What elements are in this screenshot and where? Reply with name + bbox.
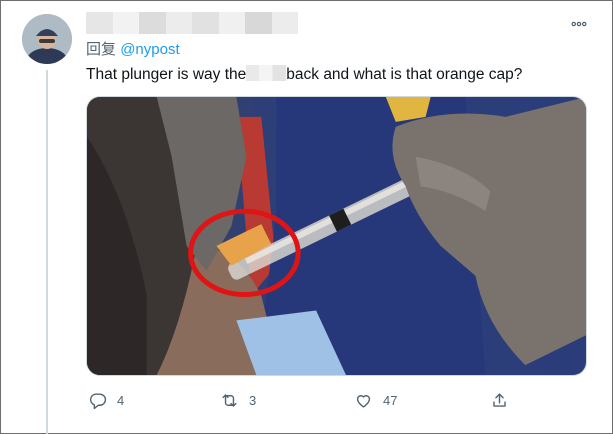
- share-button[interactable]: [490, 388, 509, 412]
- tweet-text-part-1: That plunger is way the: [86, 66, 247, 83]
- more-horizontal-icon: [571, 21, 587, 27]
- retweet-icon: [222, 393, 237, 407]
- thread-line: [46, 70, 48, 434]
- reply-button[interactable]: 4: [88, 388, 124, 412]
- avatar[interactable]: [22, 14, 72, 64]
- retweet-button[interactable]: 3: [220, 388, 256, 412]
- like-count: 47: [383, 392, 398, 408]
- reply-prefix: 回复: [86, 41, 117, 58]
- tweet-text: That plunger is way the back and what is …: [86, 64, 522, 86]
- redacted-word: [246, 65, 287, 81]
- more-options-button[interactable]: [566, 14, 592, 34]
- display-name-redacted: [86, 12, 298, 34]
- reply-icon: [89, 392, 107, 409]
- reply-handle-link[interactable]: @nypost: [120, 41, 179, 58]
- heart-icon: [356, 394, 371, 408]
- retweet-count: 3: [249, 392, 257, 408]
- like-button[interactable]: 47: [354, 388, 397, 412]
- tweet-actions: 4 3 47: [86, 388, 526, 412]
- replying-to: 回复 @nypost: [86, 40, 180, 60]
- share-icon: [493, 392, 506, 407]
- vaccination-photo: [87, 97, 586, 375]
- tweet-text-part-2: back and what is that orange cap?: [286, 66, 523, 83]
- reply-count: 4: [117, 392, 125, 408]
- tweet-photo[interactable]: [86, 96, 587, 376]
